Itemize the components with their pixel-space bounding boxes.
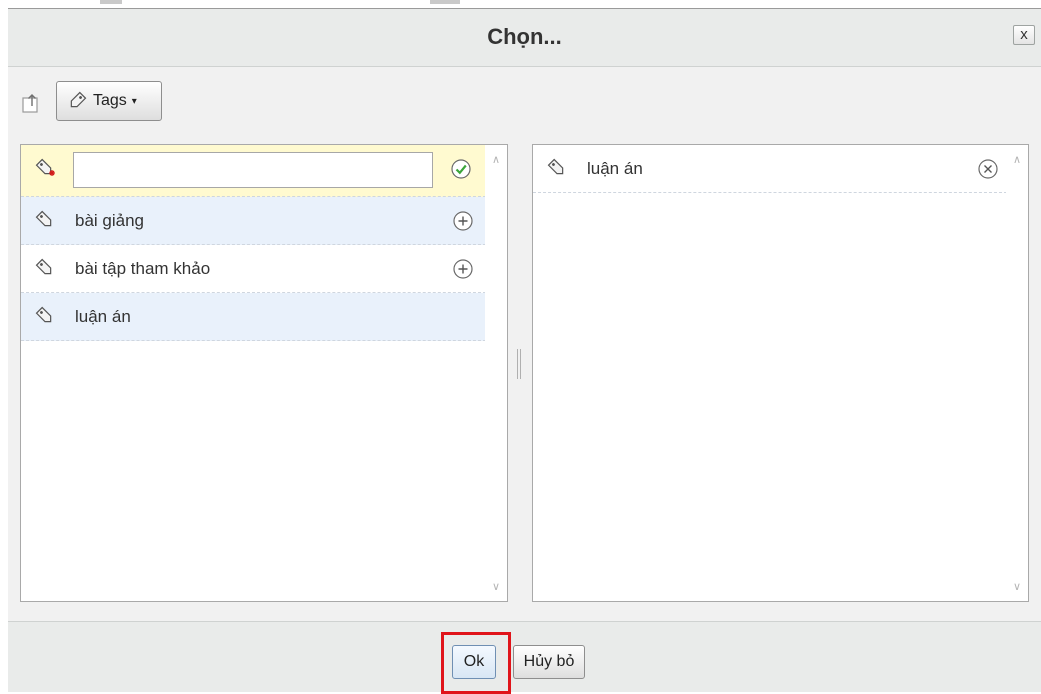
tag-icon: [547, 158, 564, 175]
panel-splitter-handle[interactable]: [515, 349, 523, 379]
chevron-down-icon: ▾: [131, 95, 137, 107]
remove-icon[interactable]: [977, 158, 999, 180]
export-icon: [22, 94, 38, 113]
ok-button[interactable]: Ok: [452, 645, 496, 679]
list-item[interactable]: bài tập tham khảo: [21, 245, 486, 293]
tag-icon: [35, 210, 52, 227]
confirm-check-icon[interactable]: [450, 158, 472, 180]
selected-tags-panel: luận án ∧ ∨: [532, 144, 1029, 602]
list-item[interactable]: luận án: [21, 293, 486, 341]
list-item[interactable]: luận án: [533, 145, 1007, 193]
scrollbar[interactable]: ∧ ∨: [485, 145, 507, 601]
available-tags-panel: bài giảng bài tập tham khảo luận án ∧ ∨: [20, 144, 508, 602]
add-icon[interactable]: [452, 210, 474, 232]
list-item-label: bài giảng: [75, 211, 145, 230]
tag-icon: [70, 91, 87, 108]
list-item-label: luận án: [75, 307, 131, 326]
tags-button-label: Tags: [93, 92, 127, 109]
dialog-footer: Ok Hủy bỏ: [8, 621, 1041, 694]
cancel-button[interactable]: Hủy bỏ: [513, 645, 585, 679]
close-button[interactable]: x: [1013, 25, 1035, 45]
list-item-label: bài tập tham khảo: [75, 259, 211, 278]
background-mark: [430, 0, 460, 4]
scroll-up-icon[interactable]: ∧: [485, 153, 507, 166]
tag-icon: [35, 258, 52, 275]
new-tag-input[interactable]: [73, 152, 433, 188]
background-window-strip: [0, 0, 1041, 8]
scroll-down-icon[interactable]: ∨: [485, 580, 507, 593]
background-mark: [100, 0, 122, 4]
select-dialog: Chọn... x Tags ▾ bài giảng bài tập tham …: [8, 8, 1041, 694]
scroll-up-icon[interactable]: ∧: [1006, 153, 1028, 166]
list-item[interactable]: bài giảng: [21, 197, 486, 245]
new-tag-icon: [35, 158, 55, 176]
tag-icon: [35, 306, 52, 323]
list-item-label: luận án: [587, 159, 643, 178]
dialog-title: Chọn...: [487, 24, 562, 49]
dialog-titlebar: Chọn... x: [8, 9, 1041, 67]
scrollbar[interactable]: ∧ ∨: [1006, 145, 1028, 601]
tags-dropdown-button[interactable]: Tags ▾: [56, 81, 162, 121]
add-icon[interactable]: [452, 258, 474, 280]
new-tag-row: [21, 145, 486, 197]
export-button[interactable]: [18, 89, 46, 117]
scroll-down-icon[interactable]: ∨: [1006, 580, 1028, 593]
